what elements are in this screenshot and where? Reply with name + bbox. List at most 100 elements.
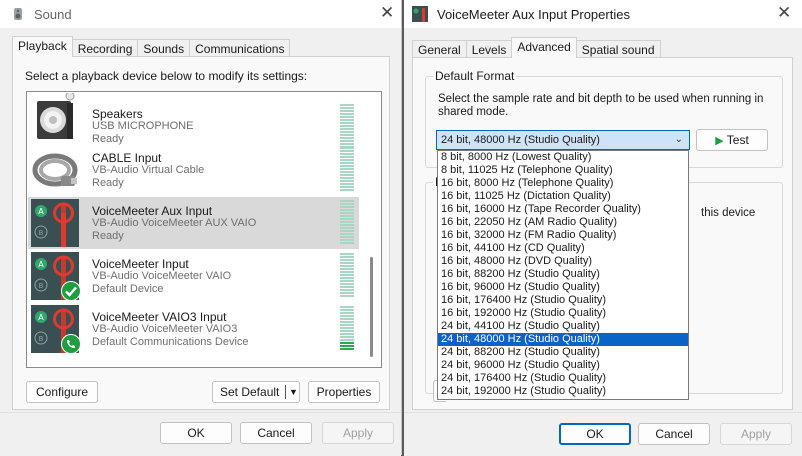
format-option[interactable]: 16 bit, 88200 Hz (Studio Quality): [438, 268, 688, 281]
chevron-down-icon: ⌄: [674, 134, 683, 145]
device-list-scrollbar[interactable]: [362, 92, 381, 367]
properties-ok-button[interactable]: OK: [559, 423, 631, 445]
tab-communications[interactable]: Communications: [189, 39, 291, 57]
device-name: Speakers: [92, 107, 143, 121]
selected-format-value: 24 bit, 48000 Hz (Studio Quality): [441, 134, 600, 146]
format-option[interactable]: 16 bit, 48000 Hz (DVD Quality): [438, 255, 688, 268]
meter-segment: [340, 162, 354, 164]
sample-format-options-list[interactable]: 8 bit, 8000 Hz (Lowest Quality) 8 bit, 11…: [437, 150, 689, 400]
meter-segment: [340, 140, 354, 142]
meter-segment: [340, 203, 354, 205]
sound-cancel-button[interactable]: Cancel: [240, 422, 312, 444]
meter-segment: [340, 147, 354, 149]
meter-segment: [340, 295, 354, 297]
device-name: CABLE Input: [92, 151, 162, 165]
format-option[interactable]: 24 bit, 176400 Hz (Studio Quality): [438, 372, 688, 385]
meter-segment: [340, 265, 354, 267]
hidden-checkbox-text-fragment: this device: [701, 207, 756, 219]
close-icon[interactable]: ✕: [777, 4, 791, 22]
properties-window-title: VoiceMeeter Aux Input Properties: [437, 6, 630, 22]
device-name: VoiceMeeter VAIO3 Input: [92, 310, 227, 324]
default-check-icon: [61, 281, 81, 301]
meter-segment: [340, 242, 354, 244]
meter-segment: [340, 131, 354, 133]
sound-ok-button[interactable]: OK: [160, 422, 232, 444]
cable-icon: [31, 146, 79, 194]
format-option[interactable]: 24 bit, 192000 Hz (Studio Quality): [438, 385, 688, 398]
level-meter: [340, 253, 354, 299]
format-option[interactable]: 16 bit, 11025 Hz (Dictation Quality): [438, 190, 688, 203]
sample-format-select[interactable]: 24 bit, 48000 Hz (Studio Quality) ⌄: [436, 130, 690, 150]
format-option[interactable]: 8 bit, 8000 Hz (Lowest Quality): [438, 151, 688, 164]
dropdown-arrow-icon[interactable]: ▼: [289, 382, 298, 402]
format-option[interactable]: 16 bit, 192000 Hz (Studio Quality): [438, 307, 688, 320]
tab-playback[interactable]: Playback: [12, 36, 73, 57]
format-option[interactable]: 24 bit, 96000 Hz (Studio Quality): [438, 359, 688, 372]
meter-segment: [340, 312, 354, 314]
device-list[interactable]: Speakers USB MICROPHONE Ready CABLE Inpu…: [26, 91, 382, 368]
format-option[interactable]: 16 bit, 22050 Hz (AM Radio Quality): [438, 216, 688, 229]
sound-window-title: Sound: [34, 6, 72, 22]
format-option[interactable]: 8 bit, 11025 Hz (Telephone Quality): [438, 164, 688, 177]
format-option[interactable]: 24 bit, 48000 Hz (Studio Quality): [438, 333, 688, 346]
tab-spatial-sound[interactable]: Spatial sound: [575, 40, 661, 58]
meter-segment: [340, 339, 354, 341]
close-icon[interactable]: ✕: [380, 4, 394, 22]
format-option[interactable]: 16 bit, 8000 Hz (Telephone Quality): [438, 177, 688, 190]
device-name: VoiceMeeter Aux Input: [92, 204, 213, 218]
tab-recording[interactable]: Recording: [71, 39, 139, 57]
format-option[interactable]: 16 bit, 44100 Hz (CD Quality): [438, 242, 688, 255]
test-button[interactable]: ▶ Test: [696, 129, 768, 151]
properties-button[interactable]: Properties: [308, 381, 380, 403]
format-option[interactable]: 16 bit, 176400 Hz (Studio Quality): [438, 294, 688, 307]
meter-segment: [340, 262, 354, 264]
properties-cancel-button[interactable]: Cancel: [638, 423, 710, 445]
meter-segment: [340, 221, 354, 223]
meter-segment: [340, 125, 354, 127]
device-item-cable-input[interactable]: CABLE Input VB-Audio Virtual Cable Ready: [28, 144, 359, 196]
instruction-text: Select a playback device below to modify…: [25, 69, 308, 83]
format-option[interactable]: 24 bit, 44100 Hz (Studio Quality): [438, 320, 688, 333]
properties-tab-strip: General Levels Advanced Spatial sound: [412, 37, 661, 58]
level-meter: [340, 200, 354, 246]
meter-segment: [340, 286, 354, 288]
device-item-voicemeeter-aux-input[interactable]: A B VoiceMeeter Aux Input VB-Audio Voice…: [28, 197, 359, 249]
tab-general[interactable]: General: [412, 40, 467, 58]
meter-segment: [340, 119, 354, 121]
svg-text:A: A: [38, 313, 44, 322]
sound-app-icon: [10, 6, 26, 22]
meter-segment: [340, 330, 354, 332]
format-option[interactable]: 16 bit, 96000 Hz (Studio Quality): [438, 281, 688, 294]
meter-segment: [340, 268, 354, 270]
meter-segment: [340, 174, 354, 176]
device-status: Ready: [92, 177, 124, 189]
device-item-speakers[interactable]: Speakers USB MICROPHONE Ready: [28, 92, 359, 148]
set-default-label: Set Default: [220, 385, 280, 399]
format-option[interactable]: 16 bit, 16000 Hz (Tape Recorder Quality): [438, 203, 688, 216]
device-item-voicemeeter-vaio3-input[interactable]: A B VoiceMeeter VAIO3 Input VB-Audio Voi…: [28, 303, 359, 355]
tab-sounds[interactable]: Sounds: [137, 39, 191, 57]
scrollbar-thumb[interactable]: [370, 257, 373, 357]
configure-button[interactable]: Configure: [26, 381, 98, 403]
tab-levels[interactable]: Levels: [465, 40, 513, 58]
device-item-voicemeeter-input[interactable]: A B VoiceMeeter Input VB-Audio VoiceMeet…: [28, 250, 359, 302]
meter-segment: [340, 277, 354, 279]
meter-segment: [340, 128, 354, 130]
format-option[interactable]: 24 bit, 88200 Hz (Studio Quality): [438, 346, 688, 359]
meter-segment: [340, 159, 354, 161]
sound-apply-button[interactable]: Apply: [322, 422, 394, 444]
meter-segment: [340, 236, 354, 238]
svg-text:A: A: [38, 260, 44, 269]
set-default-button[interactable]: Set Default ▼: [212, 381, 300, 403]
meter-segment: [340, 345, 354, 347]
meter-segment: [340, 224, 354, 226]
device-description: VB-Audio Virtual Cable: [92, 164, 205, 176]
meter-segment: [340, 186, 354, 188]
device-description: VB-Audio VoiceMeeter AUX VAIO: [92, 217, 257, 229]
tab-advanced[interactable]: Advanced: [511, 37, 577, 58]
meter-segment: [340, 259, 354, 261]
properties-apply-button[interactable]: Apply: [720, 423, 792, 445]
meter-segment: [340, 324, 354, 326]
format-option[interactable]: 16 bit, 32000 Hz (FM Radio Quality): [438, 229, 688, 242]
meter-segment: [340, 153, 354, 155]
